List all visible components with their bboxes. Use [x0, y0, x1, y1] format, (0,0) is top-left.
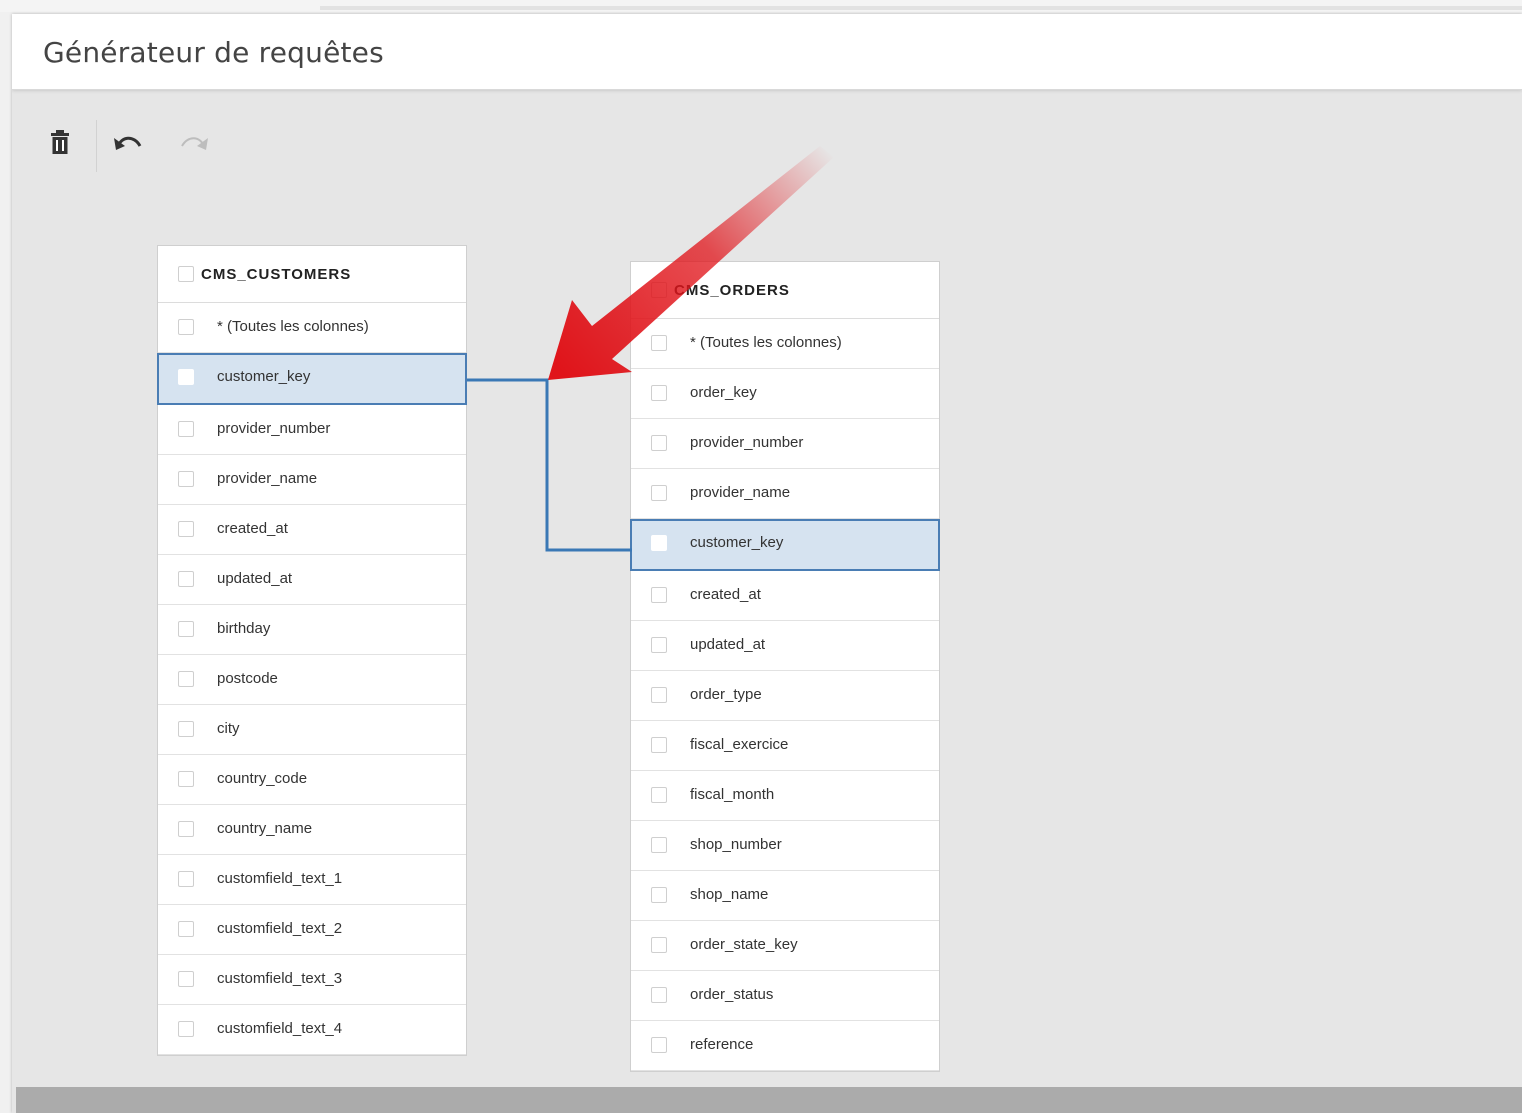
top-strip	[0, 0, 1522, 12]
join-overlay	[467, 146, 834, 552]
query-builder-panel: Générateur de requêtes CMS_CUSTOMERS * (…	[12, 14, 1522, 1113]
join-line[interactable]	[467, 378, 632, 552]
annotation-arrow	[548, 146, 834, 380]
tab-line	[320, 6, 1522, 10]
bottom-bar	[16, 1087, 1522, 1113]
